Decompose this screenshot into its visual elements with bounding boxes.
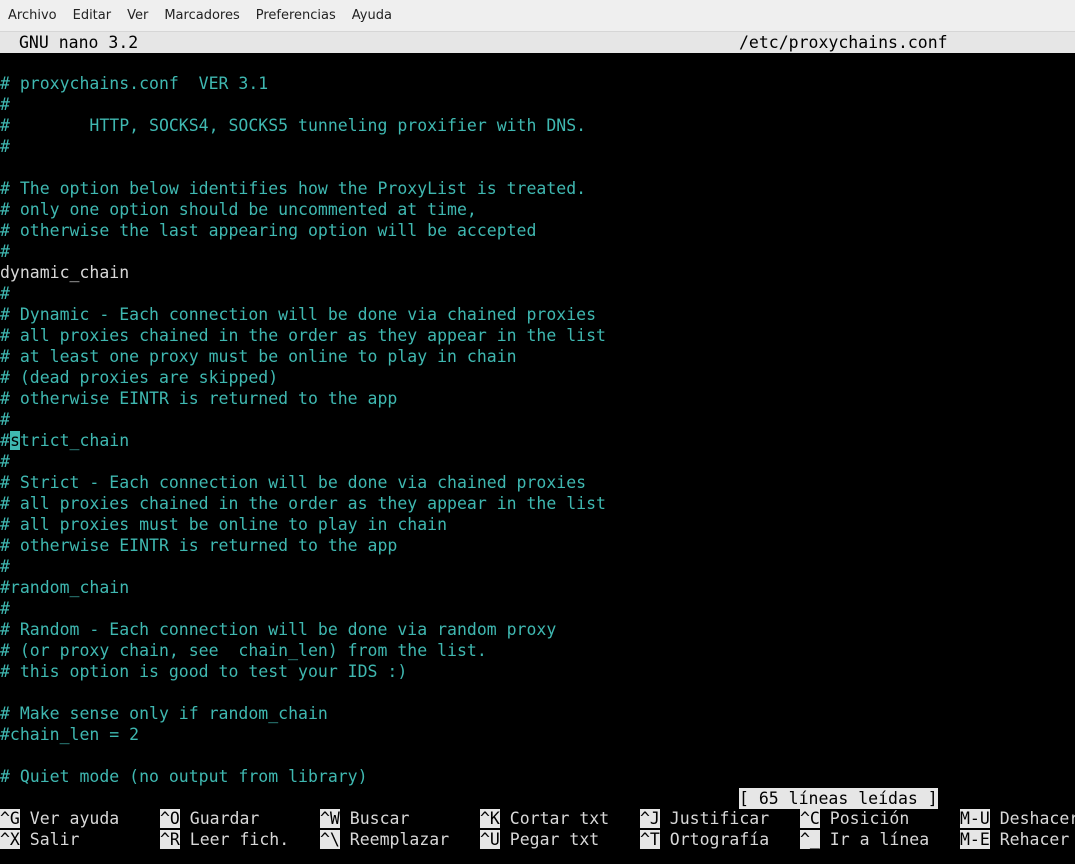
editor-area[interactable]: # proxychains.conf VER 3.1 # # HTTP, SOCKS…: [0, 73, 606, 787]
editor-line[interactable]: #chain_len = 2: [0, 724, 606, 745]
shortcut-item[interactable]: ^C Posición: [800, 808, 909, 829]
editor-line[interactable]: dynamic_chain: [0, 262, 606, 283]
line-text: trict_chain: [19, 431, 130, 450]
shortcut-item[interactable]: ^K Cortar txt: [480, 808, 609, 829]
shortcut-item[interactable]: ^X Salir: [0, 829, 79, 850]
shortcut-label: Buscar: [339, 809, 410, 828]
shortcut-label: Salir: [19, 830, 80, 849]
shortcut-label: Ortografía: [659, 830, 770, 849]
editor-line[interactable]: # (dead proxies are skipped): [0, 367, 606, 388]
shortcut-key: ^_: [800, 830, 820, 849]
editor-line[interactable]: #: [0, 409, 606, 430]
text-cursor: s: [9, 431, 20, 450]
shortcut-label: Deshacer: [989, 809, 1075, 828]
nano-version: GNU nano 3.2: [19, 33, 139, 52]
editor-line[interactable]: # Dynamic - Each connection will be done…: [0, 304, 606, 325]
shortcut-key: ^U: [480, 830, 500, 849]
shortcut-label: Guardar: [179, 809, 260, 828]
editor-line[interactable]: #: [0, 136, 606, 157]
editor-line[interactable]: # Random - Each connection will be done …: [0, 619, 606, 640]
shortcut-key: ^T: [640, 830, 660, 849]
terminal[interactable]: GNU nano 3.2 /etc/proxychains.conf # pro…: [0, 32, 1075, 864]
menu-ayuda[interactable]: Ayuda: [344, 0, 400, 32]
shortcut-label: Leer fich.: [179, 830, 290, 849]
shortcut-label: Posición: [819, 809, 910, 828]
file-path: /etc/proxychains.conf: [739, 33, 948, 52]
menu-marcadores[interactable]: Marcadores: [156, 0, 247, 32]
shortcut-label: Ver ayuda: [19, 809, 120, 828]
editor-line[interactable]: #: [0, 283, 606, 304]
shortcut-key: ^O: [160, 809, 180, 828]
editor-line[interactable]: # HTTP, SOCKS4, SOCKS5 tunneling proxifi…: [0, 115, 606, 136]
editor-line[interactable]: # Strict - Each connection will be done …: [0, 472, 606, 493]
nano-title-bar: GNU nano 3.2 /etc/proxychains.conf: [0, 32, 1075, 53]
shortcut-item[interactable]: ^J Justificar: [640, 808, 769, 829]
shortcut-key: ^X: [0, 830, 20, 849]
editor-line[interactable]: # proxychains.conf VER 3.1: [0, 73, 606, 94]
editor-line[interactable]: # all proxies chained in the order as th…: [0, 325, 606, 346]
shortcut-key: ^\: [320, 830, 340, 849]
editor-line[interactable]: #random_chain: [0, 577, 606, 598]
editor-line[interactable]: [0, 745, 606, 766]
shortcut-item[interactable]: ^\ Reemplazar: [320, 829, 449, 850]
line-text: #: [0, 431, 10, 450]
shortcut-key: M-E: [960, 830, 990, 849]
editor-line[interactable]: #: [0, 94, 606, 115]
shortcut-key: M-U: [960, 809, 990, 828]
shortcut-bar: ^G Ver ayuda ^O Guardar ^W Buscar ^K Cortar…: [0, 808, 1075, 850]
shortcut-item[interactable]: ^G Ver ayuda: [0, 808, 119, 829]
status-message: [ 65 líneas leídas ]: [739, 788, 938, 809]
shortcut-item[interactable]: ^R Leer fich.: [160, 829, 289, 850]
editor-line[interactable]: # The option below identifies how the Pr…: [0, 178, 606, 199]
editor-line[interactable]: # all proxies chained in the order as th…: [0, 493, 606, 514]
shortcut-item[interactable]: M-U Deshacer: [960, 808, 1075, 829]
shortcut-label: Rehacer: [989, 830, 1070, 849]
editor-line[interactable]: #: [0, 598, 606, 619]
menu-ver[interactable]: Ver: [119, 0, 156, 32]
menu-preferencias[interactable]: Preferencias: [248, 0, 344, 32]
menu-editar[interactable]: Editar: [65, 0, 120, 32]
shortcut-label: Reemplazar: [339, 830, 450, 849]
shortcut-row: ^G Ver ayuda ^O Guardar ^W Buscar ^K Cortar…: [0, 808, 1075, 829]
shortcut-key: ^C: [800, 809, 820, 828]
editor-line[interactable]: # Quiet mode (no output from library): [0, 766, 606, 787]
shortcut-row: ^X Salir ^R Leer fich. ^\ Reemplazar ^U Peg…: [0, 829, 1075, 850]
editor-line[interactable]: # (or proxy chain, see chain_len) from t…: [0, 640, 606, 661]
editor-line[interactable]: # this option is good to test your IDS :…: [0, 661, 606, 682]
menu-archivo[interactable]: Archivo: [0, 0, 65, 32]
editor-line[interactable]: #strict_chain: [0, 430, 606, 451]
editor-line[interactable]: [0, 157, 606, 178]
editor-line[interactable]: # otherwise EINTR is returned to the app: [0, 535, 606, 556]
shortcut-item[interactable]: M-E Rehacer: [960, 829, 1069, 850]
shortcut-label: Cortar txt: [499, 809, 610, 828]
editor-line[interactable]: # at least one proxy must be online to p…: [0, 346, 606, 367]
shortcut-item[interactable]: ^U Pegar txt: [480, 829, 599, 850]
editor-line[interactable]: # otherwise EINTR is returned to the app: [0, 388, 606, 409]
shortcut-key: ^K: [480, 809, 500, 828]
editor-line[interactable]: #: [0, 451, 606, 472]
editor-line[interactable]: #: [0, 556, 606, 577]
menu-bar: Archivo Editar Ver Marcadores Preferenci…: [0, 0, 1075, 32]
shortcut-item[interactable]: ^W Buscar: [320, 808, 409, 829]
shortcut-key: ^R: [160, 830, 180, 849]
shortcut-key: ^W: [320, 809, 340, 828]
editor-line[interactable]: # Make sense only if random_chain: [0, 703, 606, 724]
shortcut-label: Justificar: [659, 809, 770, 828]
shortcut-item[interactable]: ^T Ortografía: [640, 829, 769, 850]
shortcut-key: ^J: [640, 809, 660, 828]
editor-line[interactable]: # all proxies must be online to play in …: [0, 514, 606, 535]
shortcut-key: ^G: [0, 809, 20, 828]
editor-line[interactable]: # only one option should be uncommented …: [0, 199, 606, 220]
editor-line[interactable]: # otherwise the last appearing option wi…: [0, 220, 606, 241]
editor-line[interactable]: #: [0, 241, 606, 262]
shortcut-item[interactable]: ^_ Ir a línea: [800, 829, 929, 850]
shortcut-label: Pegar txt: [499, 830, 600, 849]
shortcut-item[interactable]: ^O Guardar: [160, 808, 259, 829]
editor-line[interactable]: [0, 682, 606, 703]
shortcut-label: Ir a línea: [819, 830, 930, 849]
